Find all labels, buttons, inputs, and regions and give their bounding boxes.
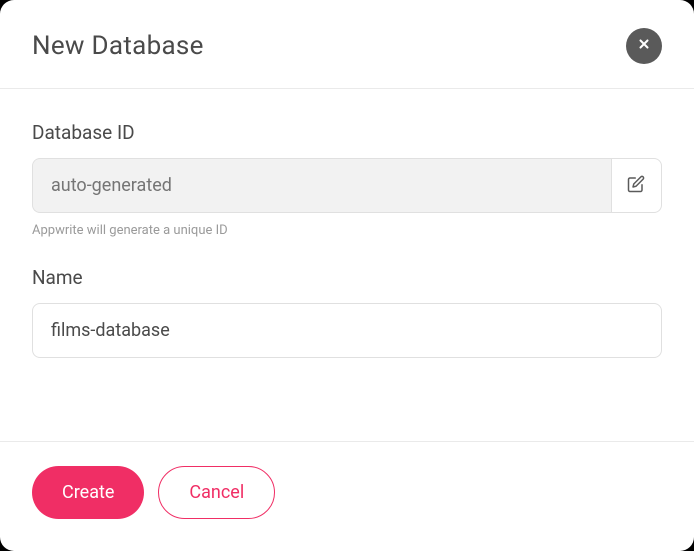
create-button[interactable]: Create xyxy=(32,466,144,519)
database-id-label: Database ID xyxy=(32,121,662,144)
modal-body: Database ID Appwrite will generate a uni… xyxy=(0,89,694,441)
modal-footer: Create Cancel xyxy=(0,441,694,551)
database-id-help: Appwrite will generate a unique ID xyxy=(32,223,662,238)
edit-icon xyxy=(627,175,645,196)
cancel-button[interactable]: Cancel xyxy=(158,466,275,519)
database-id-input-group xyxy=(32,158,662,213)
edit-id-button[interactable] xyxy=(611,158,662,213)
name-input[interactable] xyxy=(32,303,662,358)
close-icon xyxy=(637,37,651,56)
modal-title: New Database xyxy=(32,31,204,61)
name-group: Name xyxy=(32,266,662,358)
modal-header: New Database xyxy=(0,0,694,89)
database-id-group: Database ID Appwrite will generate a uni… xyxy=(32,121,662,238)
database-id-input[interactable] xyxy=(32,158,611,213)
new-database-modal: New Database Database ID xyxy=(0,0,694,551)
name-label: Name xyxy=(32,266,662,289)
close-button[interactable] xyxy=(626,28,662,64)
